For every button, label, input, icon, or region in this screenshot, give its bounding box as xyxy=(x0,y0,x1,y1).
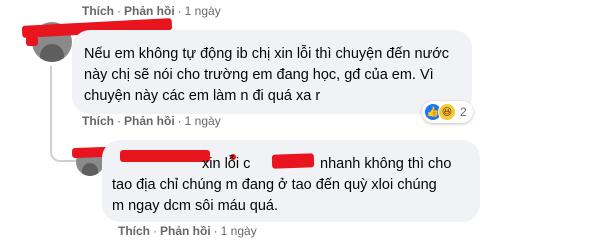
comment-line: Nếu em không tự động ib chị xin lỗi thì … xyxy=(84,46,450,62)
reaction-count: 2 xyxy=(460,105,467,119)
comment-text: Nếu em không tự động ib chị xin lỗi thì … xyxy=(84,44,449,107)
reply-link[interactable]: Phản hồi xyxy=(124,114,175,128)
reaction-summary[interactable]: 👍 😆 2 xyxy=(422,101,473,123)
reply-text: xin lỗi c nhanh không thì cho tao địa ch… xyxy=(112,154,482,217)
haha-icon: 😆 xyxy=(438,103,456,121)
timestamp[interactable]: 1 ngày xyxy=(185,4,221,18)
timestamp[interactable]: 1 ngày xyxy=(221,224,257,238)
redaction-mark xyxy=(26,36,38,46)
like-link[interactable]: Thích xyxy=(118,224,150,238)
reply-actions: Thích · Phản hồi · 1 ngày xyxy=(118,224,257,238)
like-link[interactable]: Thích xyxy=(82,4,114,18)
comment-bubble: Nếu em không tự động ib chị xin lỗi thì … xyxy=(72,30,472,114)
reply-line: xin lỗi c nhanh không thì cho xyxy=(112,154,482,175)
reply-text-fragment: nhanh không thì cho xyxy=(320,156,452,172)
reply-link[interactable]: Phản hồi xyxy=(160,224,211,238)
like-link[interactable]: Thích xyxy=(82,114,114,128)
reply-text-fragment: xin lỗi c xyxy=(202,156,251,172)
comment-line: chuyện này các em làm n đi quá xa r xyxy=(84,88,321,104)
reply-line: m ngay dcm sôi máu quá. xyxy=(112,198,279,214)
comment-actions: Thích · Phản hồi · 1 ngày xyxy=(82,114,221,128)
comment-line: này chị sẽ nói cho trường em đang học, g… xyxy=(84,67,434,83)
reply-link[interactable]: Phản hồi xyxy=(124,4,175,18)
reply-bubble: xin lỗi c nhanh không thì cho tao địa ch… xyxy=(102,140,480,222)
comment-actions-top: Thích · Phản hồi · 1 ngày xyxy=(82,4,221,18)
reply-line: tao địa chỉ chúng m đang ở tao đến quỳ x… xyxy=(112,177,437,193)
timestamp[interactable]: 1 ngày xyxy=(185,114,221,128)
